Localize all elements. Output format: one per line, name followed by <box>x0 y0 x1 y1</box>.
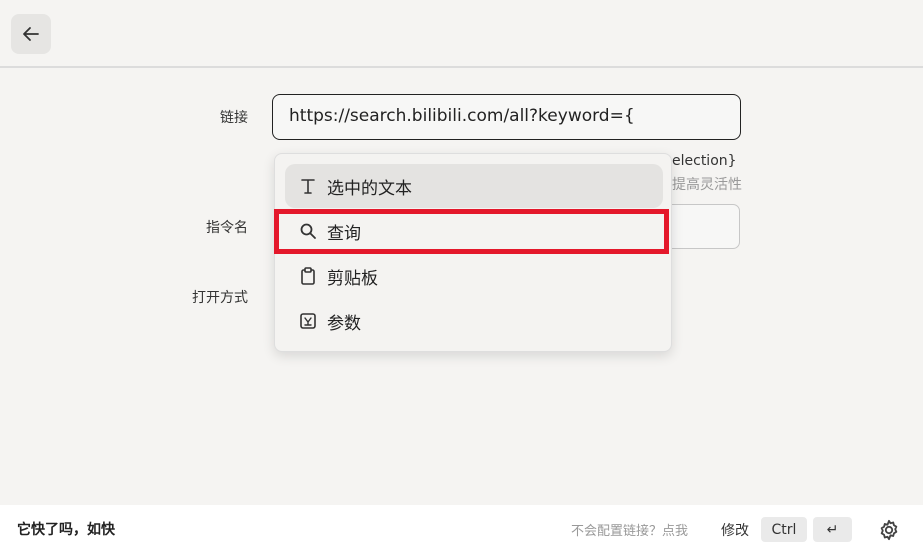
back-button[interactable] <box>11 14 51 54</box>
open-mode-label: 打开方式 <box>192 290 248 306</box>
footer-bar: 它快了吗，如快 不会配置链接？点我 修改 Ctrl ↵ <box>0 505 923 550</box>
command-name-label: 指令名 <box>206 220 248 236</box>
dropdown-item-clipboard[interactable]: 剪贴板 <box>285 254 663 298</box>
dropdown-item-query[interactable]: 查询 <box>285 209 663 253</box>
parameter-icon <box>299 312 317 330</box>
footer-title: 它快了吗，如快 <box>17 522 115 538</box>
dropdown-item-selected-text[interactable]: 选中的文本 <box>285 164 663 208</box>
search-icon <box>299 222 317 240</box>
enter-key-badge: ↵ <box>813 517 852 542</box>
dropdown-item-parameter[interactable]: 参数 <box>285 299 663 343</box>
gear-icon <box>880 519 898 541</box>
settings-button[interactable] <box>878 519 900 541</box>
clipboard-icon <box>299 267 317 285</box>
link-hint-secondary: 提高灵活性 <box>672 177 742 193</box>
dropdown-item-label: 剪贴板 <box>327 268 378 289</box>
dropdown-item-label: 参数 <box>327 313 361 334</box>
top-bar <box>0 0 923 68</box>
arrow-left-icon <box>23 27 39 41</box>
ctrl-key-badge: Ctrl <box>761 517 807 542</box>
edit-label: 修改 <box>721 523 749 539</box>
config-help-link[interactable]: 不会配置链接？点我 <box>571 520 688 539</box>
link-label: 链接 <box>220 110 248 126</box>
link-input[interactable]: https://search.bilibili.com/all?keyword=… <box>272 94 741 140</box>
command-name-input[interactable] <box>660 204 740 249</box>
variable-dropdown: 选中的文本 查询 剪贴板 参数 <box>274 153 672 352</box>
link-hint: election} <box>672 153 737 169</box>
dropdown-item-label: 查询 <box>327 223 361 244</box>
dropdown-item-label: 选中的文本 <box>327 178 412 199</box>
text-icon <box>299 177 317 195</box>
